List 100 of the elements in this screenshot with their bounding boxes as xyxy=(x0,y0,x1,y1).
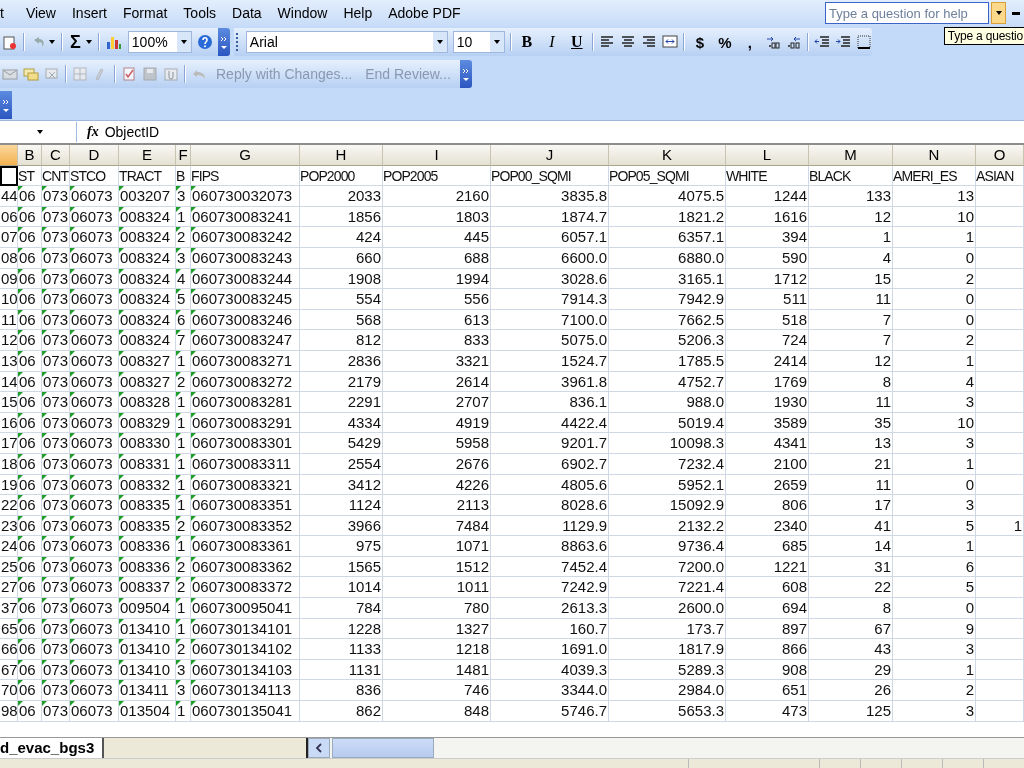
table-cell: 06 xyxy=(18,515,42,537)
table-cell: 06 xyxy=(18,474,42,496)
empty-cell xyxy=(976,350,1024,372)
number-format-button[interactable]: % xyxy=(714,33,735,51)
minimize-icon[interactable] xyxy=(1012,11,1020,15)
table-cell: 06073 xyxy=(70,659,119,681)
help-search-field[interactable]: Type a question for help xyxy=(825,2,989,24)
table-cell: 29 xyxy=(809,659,893,681)
column-header[interactable]: J xyxy=(491,145,609,166)
table-cell: 2160 xyxy=(383,186,491,207)
autosum-button[interactable]: Σ xyxy=(68,31,83,53)
align-right-icon[interactable] xyxy=(640,34,657,50)
table-cell: 1 xyxy=(809,227,893,248)
table-cell: 06 xyxy=(18,350,42,372)
menu-item[interactable]: Adobe PDF xyxy=(380,5,469,21)
menu-item[interactable]: Tools xyxy=(175,5,225,21)
table-cell: 15 xyxy=(809,268,893,290)
menu-item[interactable]: View xyxy=(17,5,64,21)
table-cell: 008335 xyxy=(119,495,176,516)
table-cell: 897 xyxy=(726,618,809,640)
column-header[interactable]: H xyxy=(300,145,383,166)
toolbar-options-button[interactable] xyxy=(459,60,472,88)
column-header[interactable]: N xyxy=(893,145,976,166)
column-header[interactable]: C xyxy=(42,145,70,166)
table-cell: 060730083311 xyxy=(191,453,300,475)
cell-icon[interactable] xyxy=(72,66,88,82)
borders-icon[interactable] xyxy=(855,34,872,50)
column-header[interactable]: G xyxy=(191,145,300,166)
column-header[interactable]: F xyxy=(176,145,191,166)
print-preview-icon[interactable] xyxy=(2,34,18,50)
table-cell: 660 xyxy=(300,247,383,269)
table-cell: 06 xyxy=(18,206,42,228)
table-cell: 0 xyxy=(893,309,976,331)
zoom-dropdown[interactable]: 100% xyxy=(127,31,192,53)
toolbar-options-button[interactable] xyxy=(0,91,12,119)
align-left-icon[interactable] xyxy=(598,34,615,50)
table-cell: 06073 xyxy=(70,433,119,454)
horizontal-scrollbar[interactable] xyxy=(306,738,1024,758)
table-cell: 2291 xyxy=(300,392,383,413)
column-header[interactable]: M xyxy=(809,145,893,166)
table-cell: 060730083243 xyxy=(191,247,300,269)
menu-item[interactable]: Data xyxy=(224,5,270,21)
empty-cell xyxy=(976,371,1024,393)
table-cell: 2132.2 xyxy=(609,515,726,537)
number-format-button[interactable]: , xyxy=(739,33,760,51)
increase-indent-icon[interactable] xyxy=(834,34,851,50)
table-cell: 008330 xyxy=(119,433,176,454)
decrease-indent-icon[interactable] xyxy=(813,34,830,50)
format-button[interactable]: I xyxy=(541,33,562,51)
menu-item[interactable]: Format xyxy=(115,5,176,21)
align-center-icon[interactable] xyxy=(619,34,636,50)
font-dropdown[interactable]: Arial xyxy=(245,31,448,53)
merge-center-icon[interactable] xyxy=(661,34,678,50)
function-icon[interactable]: fx xyxy=(77,124,105,140)
table-cell: 518 xyxy=(726,309,809,331)
format-button[interactable]: U xyxy=(566,33,587,51)
table-cell: 060730083321 xyxy=(191,474,300,496)
formula-field[interactable]: ObjectID xyxy=(104,124,160,140)
table-cell: 06073 xyxy=(70,247,119,269)
table-cell: 473 xyxy=(726,701,809,722)
column-header[interactable]: I xyxy=(383,145,491,166)
table-cell: POP2005 xyxy=(383,165,491,187)
decrease-decimal-icon[interactable] xyxy=(785,34,802,50)
chart-icon[interactable] xyxy=(104,34,123,50)
toolbar-options-button[interactable] xyxy=(217,28,230,56)
table-cell: 8863.6 xyxy=(491,536,609,557)
table-cell: 0 xyxy=(893,289,976,310)
table-cell: 15092.9 xyxy=(609,495,726,516)
help-icon[interactable] xyxy=(196,34,213,50)
sheet-tab[interactable]: d_evac_bgs3 xyxy=(0,738,105,758)
help-dropdown-button[interactable] xyxy=(991,2,1006,24)
table-cell: 06073 xyxy=(70,598,119,619)
column-header[interactable]: O xyxy=(976,145,1024,166)
table-cell: 12 xyxy=(809,350,893,372)
increase-decimal-icon[interactable] xyxy=(764,34,781,50)
menu-item[interactable]: Window xyxy=(269,5,336,21)
caret-icon[interactable] xyxy=(48,39,56,45)
column-header[interactable]: D xyxy=(70,145,119,166)
table-cell: 1616 xyxy=(726,206,809,228)
table-cell: 060730134113 xyxy=(191,680,300,702)
caret-icon[interactable] xyxy=(84,39,93,45)
table-cell: 5 xyxy=(893,515,976,537)
scroll-thumb[interactable] xyxy=(332,738,434,758)
menu-item[interactable]: t xyxy=(0,5,18,21)
column-header[interactable]: K xyxy=(609,145,726,166)
spelling-icon[interactable] xyxy=(121,66,137,82)
table-cell: 060730083241 xyxy=(191,206,300,228)
column-header[interactable]: L xyxy=(726,145,809,166)
column-header[interactable]: E xyxy=(119,145,176,166)
format-button[interactable]: B xyxy=(516,33,537,51)
font-size-dropdown[interactable]: 10 xyxy=(452,31,505,53)
table-cell: 1131 xyxy=(300,659,383,681)
column-header[interactable]: B xyxy=(18,145,42,166)
menu-item[interactable]: Help xyxy=(335,5,381,21)
table-cell: 41 xyxy=(809,515,893,537)
table-cell: 06073 xyxy=(70,206,119,228)
number-format-button[interactable]: $ xyxy=(689,33,710,51)
table-cell: 3028.6 xyxy=(491,268,609,290)
table-cell: 073 xyxy=(42,350,70,372)
menu-item[interactable]: Insert xyxy=(64,5,115,21)
